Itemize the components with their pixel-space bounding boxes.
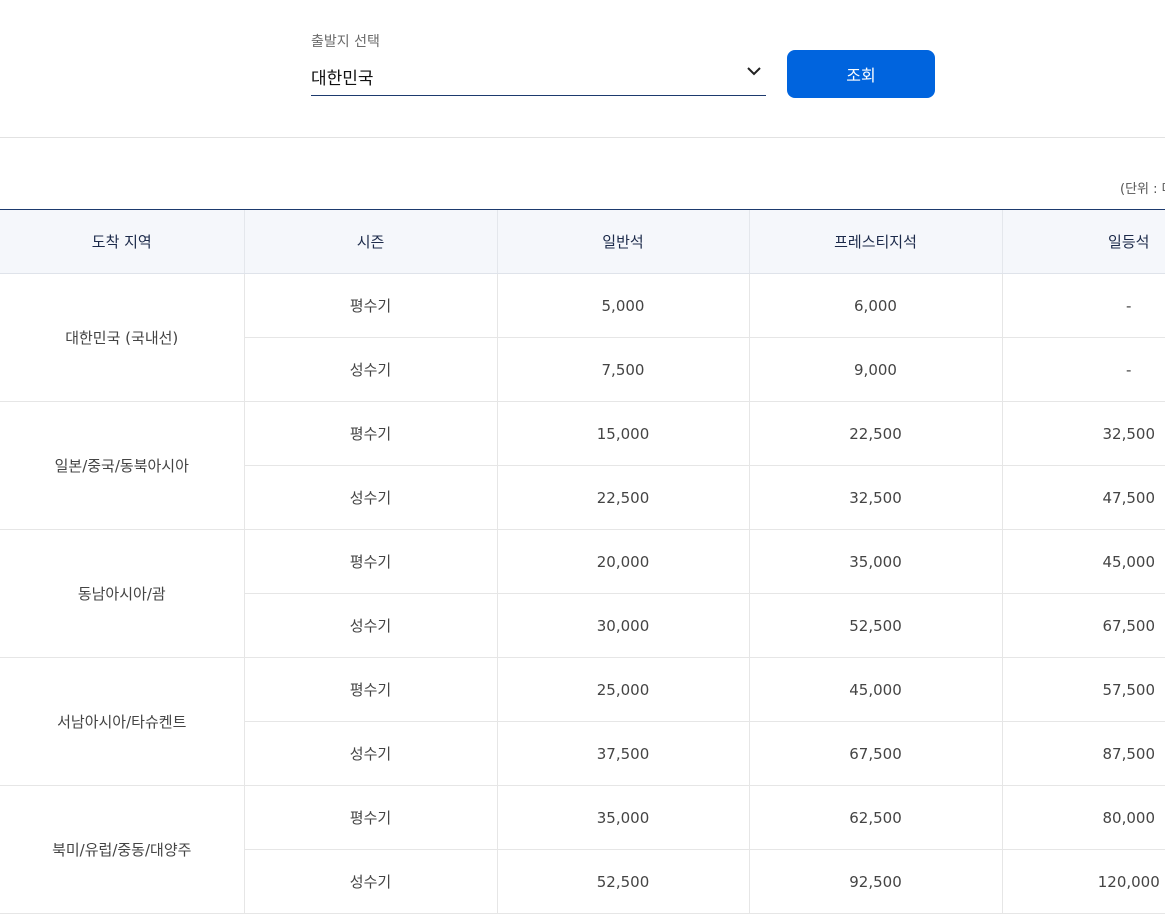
economy-cell: 7,500 [496,337,749,402]
first-cell: - [1001,337,1165,402]
economy-cell: 25,000 [496,657,749,722]
economy-cell: 22,500 [496,465,749,530]
region-cell: 서남아시아/타슈켄트 [0,657,244,786]
first-cell: 32,500 [1001,401,1165,466]
prestige-cell: 35,000 [748,529,1002,594]
region-cell: 일본/중국/동북아시아 [0,401,244,530]
header-economy: 일반석 [496,209,749,274]
unit-note: (단위 : 마 [1120,182,1165,197]
region-cell: 북미/유럽/중동/대양주 [0,785,244,914]
economy-cell: 52,500 [496,849,749,914]
header-region: 도착 지역 [0,209,244,274]
first-cell: 120,000 [1001,849,1165,914]
prestige-cell: 22,500 [748,401,1002,466]
header-first: 일등석 [1001,209,1165,274]
economy-cell: 35,000 [496,785,749,850]
economy-cell: 5,000 [496,273,749,338]
region-cell: 동남아시아/괌 [0,529,244,658]
departure-select[interactable]: 대한민국 [311,52,766,96]
table-header-row: 도착 지역 시즌 일반석 프레스티지석 일등석 [0,209,1165,274]
season-cell: 평수기 [243,401,497,466]
prestige-cell: 62,500 [748,785,1002,850]
economy-cell: 15,000 [496,401,749,466]
table-row: 동남아시아/괌 평수기 20,000 35,000 45,000 [0,529,1165,658]
search-button[interactable]: 조회 [787,50,935,98]
prestige-cell: 9,000 [748,337,1002,402]
prestige-cell: 67,500 [748,721,1002,786]
table-row: 북미/유럽/중동/대양주 평수기 35,000 62,500 80,000 [0,785,1165,914]
economy-cell: 30,000 [496,593,749,658]
departure-select-value: 대한민국 [311,69,374,89]
season-cell: 성수기 [243,337,497,402]
season-cell: 평수기 [243,785,497,850]
season-cell: 성수기 [243,465,497,530]
first-cell: 87,500 [1001,721,1165,786]
prestige-cell: 45,000 [748,657,1002,722]
first-cell: 80,000 [1001,785,1165,850]
first-cell: 67,500 [1001,593,1165,658]
season-cell: 평수기 [243,273,497,338]
region-cell: 대한민국 (국내선) [0,273,244,402]
season-cell: 평수기 [243,529,497,594]
table-row: 일본/중국/동북아시아 평수기 15,000 22,500 32,500 [0,401,1165,530]
prestige-cell: 6,000 [748,273,1002,338]
header-season: 시즌 [243,209,497,274]
season-cell: 평수기 [243,657,497,722]
prestige-cell: 92,500 [748,849,1002,914]
season-cell: 성수기 [243,593,497,658]
table-row: 서남아시아/타슈켄트 평수기 25,000 45,000 57,500 [0,657,1165,786]
economy-cell: 37,500 [496,721,749,786]
prestige-cell: 32,500 [748,465,1002,530]
mileage-table: 도착 지역 시즌 일반석 프레스티지석 일등석 대한민국 (국내선) 평수기 5… [0,209,1165,914]
season-cell: 성수기 [243,721,497,786]
first-cell: - [1001,273,1165,338]
header-prestige: 프레스티지석 [748,209,1002,274]
economy-cell: 20,000 [496,529,749,594]
first-cell: 57,500 [1001,657,1165,722]
mileage-table-wrap: 도착 지역 시즌 일반석 프레스티지석 일등석 대한민국 (국내선) 평수기 5… [0,209,1165,915]
first-cell: 45,000 [1001,529,1165,594]
chevron-down-icon [747,67,761,76]
search-label: 출발지 선택 [311,34,380,50]
prestige-cell: 52,500 [748,593,1002,658]
season-cell: 성수기 [243,849,497,914]
first-cell: 47,500 [1001,465,1165,530]
divider [0,137,1165,138]
table-row: 대한민국 (국내선) 평수기 5,000 6,000 - [0,273,1165,402]
